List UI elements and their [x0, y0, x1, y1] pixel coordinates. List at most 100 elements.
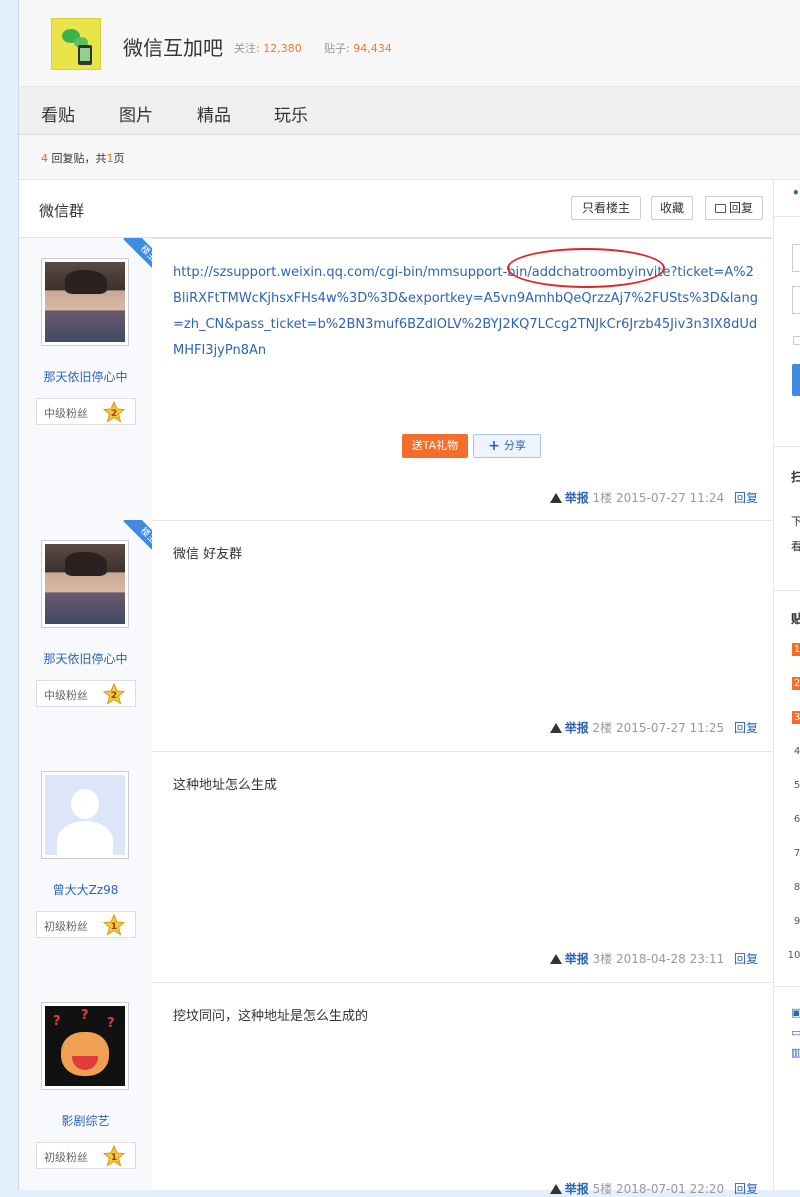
fan-level-label: 初级粉丝 — [44, 920, 88, 933]
level-star-icon: 2 — [103, 401, 125, 423]
post-meta: 举报 3楼 2018-04-28 23:11 回复 — [549, 950, 758, 967]
author-name[interactable]: 那天依旧停心中 — [19, 368, 152, 385]
share-icon: + — [488, 438, 500, 454]
rank-5: 5 — [793, 780, 800, 791]
post-meta: 举报 5楼 2018-07-01 22:20 回复 — [549, 1180, 758, 1197]
page-container: 微信互加吧 关注: 12,380 贴子: 94,434 看贴 图片 精品 玩乐 … — [18, 0, 800, 1196]
edit-icon[interactable]: ▣ — [791, 1006, 800, 1019]
avatar[interactable] — [41, 771, 129, 859]
remember-checkbox[interactable] — [793, 336, 800, 345]
report-link[interactable]: 举报 — [565, 721, 589, 735]
author-panel: 曾大大Zz98 初级粉丝 1 — [19, 751, 152, 982]
rank-4: 4 — [793, 746, 800, 757]
avatar[interactable] — [41, 540, 129, 628]
rank-7: 7 — [793, 848, 800, 859]
post-meta: 举报 1楼 2015-07-27 11:24 回复 — [549, 489, 758, 506]
fan-level-badge[interactable]: 初级粉丝 1 — [36, 911, 136, 938]
svg-text:1: 1 — [111, 922, 117, 932]
reply-summary: 4 回复贴，共1页 — [41, 152, 125, 165]
posts-count: 94,434 — [353, 42, 392, 55]
sidebar-user-icon: • — [792, 186, 800, 200]
post-content: http://szsupport.weixin.qq.com/cgi-bin/m… — [173, 260, 758, 364]
author-name[interactable]: 影剧综艺 — [19, 1112, 152, 1129]
favorite-button[interactable]: 收藏 — [651, 196, 693, 220]
report-link[interactable]: 举报 — [565, 952, 589, 966]
report-link[interactable]: 举报 — [565, 491, 589, 505]
fan-level-badge[interactable]: 中级粉丝 2 — [36, 680, 136, 707]
report-link[interactable]: 举报 — [565, 1182, 589, 1196]
hot-posts-title: 贴 — [791, 612, 800, 626]
author-panel: ? ? ? 影剧综艺 初级粉丝 1 — [19, 982, 152, 1190]
tab-featured[interactable]: 精品 — [197, 101, 231, 126]
posts-stat: 贴子: 94,434 — [324, 40, 392, 56]
svg-text:1: 1 — [111, 1153, 117, 1163]
rank-1: 1 — [792, 643, 800, 656]
fan-level-label: 初级粉丝 — [44, 1151, 88, 1164]
post-time: 2018-07-01 22:20 — [616, 1182, 725, 1196]
post-content: 挖坟同问，这种地址是怎么生成的 — [173, 1009, 369, 1024]
post-floor-2: 楼主 那天依旧停心中 中级粉丝 2 微信 好友群 举报 2楼 2015-07-2… — [19, 520, 772, 752]
post-floor-3: 曾大大Zz98 初级粉丝 1 这种地址怎么生成 举报 3楼 2018-04-28… — [19, 751, 772, 983]
only-owner-button[interactable]: 只看楼主 — [571, 196, 641, 220]
tab-posts[interactable]: 看贴 — [41, 101, 75, 126]
fan-level-label: 中级粉丝 — [44, 407, 88, 420]
gift-button[interactable]: 送TA礼物 — [402, 434, 468, 458]
login-button[interactable] — [792, 364, 800, 396]
tab-images[interactable]: 图片 — [119, 101, 153, 126]
scan-title: 扫 — [791, 470, 800, 484]
reply-button[interactable]: 回复 — [705, 196, 763, 220]
tab-fun[interactable]: 玩乐 — [274, 101, 308, 126]
posts-label: 贴子: — [324, 42, 350, 55]
login-password-input[interactable] — [792, 286, 800, 314]
post-time: 2015-07-27 11:24 — [616, 491, 725, 505]
forum-header: 微信互加吧 关注: 12,380 贴子: 94,434 — [19, 0, 800, 87]
floor-number: 2楼 — [592, 721, 613, 735]
share-button[interactable]: + 分享 — [473, 434, 541, 458]
forum-nav: 看贴 图片 精品 玩乐 — [19, 87, 800, 135]
level-star-icon: 1 — [103, 1145, 125, 1167]
reply-link[interactable]: 回复 — [734, 721, 758, 735]
avatar[interactable]: ? ? ? — [41, 1002, 129, 1090]
login-username-input[interactable] — [792, 244, 800, 272]
avatar[interactable] — [41, 258, 129, 346]
forum-logo[interactable] — [51, 18, 101, 70]
follow-stat: 关注: 12,380 — [234, 40, 302, 56]
post-floor-5: ? ? ? 影剧综艺 初级粉丝 1 挖坟同问，这种地址是怎么生成的 举报 5楼 … — [19, 982, 772, 1196]
pager-bar: 4 回复贴，共1页 — [19, 135, 800, 180]
reply-link[interactable]: 回复 — [734, 1182, 758, 1196]
floor-number: 3楼 — [592, 952, 613, 966]
scan-line-2: 看 — [791, 540, 800, 553]
level-star-icon: 2 — [103, 683, 125, 705]
comment-icon[interactable]: ▭ — [791, 1026, 800, 1039]
right-sidebar: • 扫 下 看 贴 1 2 3 4 5 6 7 8 9 10 ▣ ▭ ▥ — [773, 180, 800, 1190]
post-time: 2015-07-27 11:25 — [616, 721, 725, 735]
follow-count: 12,380 — [263, 42, 302, 55]
fan-level-badge[interactable]: 中级粉丝 2 — [36, 398, 136, 425]
fan-level-badge[interactable]: 初级粉丝 1 — [36, 1142, 136, 1169]
svg-text:2: 2 — [111, 409, 117, 419]
rank-10: 10 — [787, 950, 800, 961]
forum-name[interactable]: 微信互加吧 — [123, 32, 223, 61]
reply-link[interactable]: 回复 — [734, 491, 758, 505]
svg-text:2: 2 — [111, 691, 117, 701]
follow-label: 关注: — [234, 42, 260, 55]
rank-2: 2 — [792, 677, 800, 690]
reply-link[interactable]: 回复 — [734, 952, 758, 966]
scan-line-1: 下 — [791, 515, 800, 528]
author-name[interactable]: 曾大大Zz98 — [19, 881, 152, 898]
post-content: 这种地址怎么生成 — [173, 778, 278, 793]
thread-title: 微信群 — [39, 202, 85, 220]
warning-icon — [549, 723, 562, 733]
warning-icon — [549, 493, 562, 503]
rank-9: 9 — [793, 916, 800, 927]
floor-number: 5楼 — [592, 1182, 613, 1196]
post-content: 微信 好友群 — [173, 547, 243, 562]
author-panel: 楼主 那天依旧停心中 中级粉丝 2 — [19, 238, 152, 520]
reply-button-label: 回复 — [728, 201, 753, 215]
comment-icon — [714, 204, 726, 213]
post-link[interactable]: http://szsupport.weixin.qq.com/cgi-bin/m… — [173, 265, 758, 358]
post-time: 2018-04-28 23:11 — [616, 952, 725, 966]
level-star-icon: 1 — [103, 914, 125, 936]
trash-icon[interactable]: ▥ — [791, 1046, 800, 1059]
author-name[interactable]: 那天依旧停心中 — [19, 650, 152, 667]
